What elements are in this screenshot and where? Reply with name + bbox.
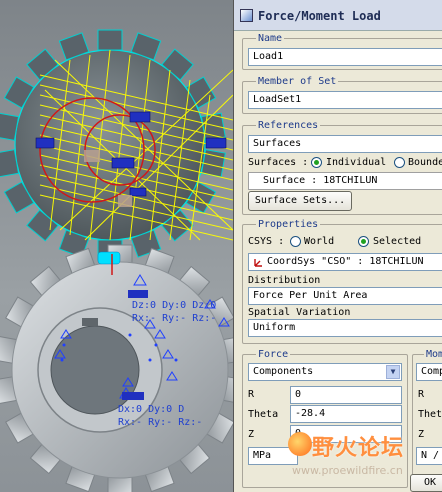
constraint-label-3: Dx:0 Dy:0 D [118,404,185,415]
name-label: Name [256,33,285,44]
force-label: Force [256,349,291,360]
individual-radio[interactable] [311,157,322,168]
watermark-logo-icon [288,432,312,456]
force-mode-select[interactable]: Components ▼ [248,363,402,381]
surfaces-label: Surfaces : [248,157,309,168]
dialog-titlebar[interactable]: Force/Moment Load [234,0,442,31]
constraint-label-2: Rx:- Ry:- Rz:- [132,313,217,324]
dialog-title: Force/Moment Load [258,9,381,23]
moment-mode-select[interactable]: Comp [416,363,442,381]
surface-list-item[interactable]: Surface : 18TCHILUN [248,172,442,190]
model-viewport[interactable]: Dz:0 Dy:0 Dz:0 Rx:- Ry:- Rz:- Dx:0 Dy:0 … [0,0,233,492]
force-theta-label: Theta [248,409,279,420]
moment-label: Mom [424,349,442,360]
moment-r-label: R [418,389,425,400]
reference-type-select[interactable]: Surfaces [248,135,442,153]
force-z-label: Z [248,429,255,440]
member-of-set-label: Member of Set [256,76,339,87]
force-r-label: R [248,389,255,400]
force-r-input[interactable]: 0 [290,386,402,404]
distribution-label: Distribution [248,275,321,286]
name-input[interactable]: Load1 [248,48,442,66]
spatial-variation-label: Spatial Variation [248,307,351,318]
csys-selector-field[interactable]: CoordSys "CSO" : 18TCHILUN [248,253,442,271]
boundary-radio[interactable] [394,157,405,168]
csys-icon [253,257,263,267]
individual-label: Individual [326,157,387,168]
constraint-label-1: Dz:0 Dy:0 Dz:0 [132,300,217,311]
force-theta-input[interactable]: -28.4 [290,405,402,423]
force-moment-load-dialog: Force/Moment Load Name Load1 Member of S… [233,0,442,492]
force-mode-value: Components [253,366,314,377]
surface-sets-button[interactable]: Surface Sets... [248,191,352,211]
window-icon [240,9,253,22]
selected-label: Selected [373,236,422,247]
spatial-variation-select[interactable]: Uniform [248,319,442,337]
boundary-label: Bounde [408,157,442,168]
world-label: World [304,236,335,247]
world-radio[interactable] [290,236,301,247]
member-of-set-input[interactable]: LoadSet1 [248,91,442,109]
lower-gear [0,244,233,492]
watermark-text: 野火论坛 [312,436,405,461]
csys-value: CoordSys "CSO" : 18TCHILUN [267,256,424,267]
csys-label: CSYS : [248,236,285,247]
moment-theta-label: Thet [418,409,442,420]
constraint-label-4: Rx:- Ry:- Rz:- [118,417,203,428]
properties-label: Properties [256,219,321,230]
references-label: References [256,120,321,131]
forum-watermark: 野火论坛 www.proewildfire.cn [288,428,442,492]
selected-radio[interactable] [358,236,369,247]
distribution-select[interactable]: Force Per Unit Area [248,287,442,305]
watermark-url: www.proewildfire.cn [292,464,403,477]
chevron-down-icon[interactable]: ▼ [386,365,400,379]
